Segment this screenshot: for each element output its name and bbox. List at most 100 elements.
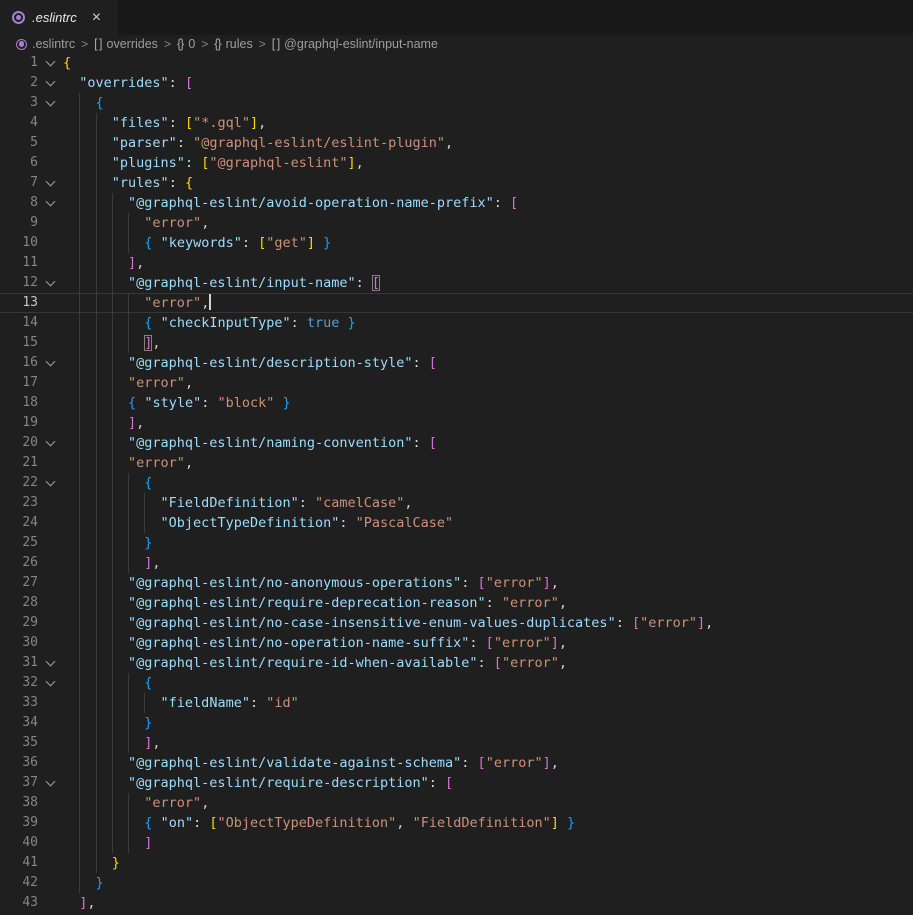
code-line[interactable]: 26 ], (0, 553, 913, 573)
code-line[interactable]: 36 "@graphql-eslint/validate-against-sch… (0, 753, 913, 773)
code-line[interactable]: 19 ], (0, 413, 913, 433)
code-line[interactable]: 10 { "keywords": ["get"] } (0, 233, 913, 253)
line-content[interactable]: ], (63, 893, 913, 913)
line-content[interactable]: { (63, 473, 913, 493)
fold-chevron-icon[interactable] (38, 93, 63, 113)
line-content[interactable]: "error", (63, 213, 913, 233)
code-line[interactable]: 43 ], (0, 893, 913, 913)
line-content[interactable]: "plugins": ["@graphql-eslint"], (63, 153, 913, 173)
code-line[interactable]: 6 "plugins": ["@graphql-eslint"], (0, 153, 913, 173)
line-content[interactable]: ], (63, 333, 913, 353)
line-content[interactable]: { (63, 673, 913, 693)
code-line[interactable]: 42 } (0, 873, 913, 893)
line-content[interactable]: "error", (63, 373, 913, 393)
line-content[interactable]: "files": ["*.gql"], (63, 113, 913, 133)
line-content[interactable]: ], (63, 733, 913, 753)
code-line[interactable]: 2 "overrides": [ (0, 73, 913, 93)
code-line[interactable]: 38 "error", (0, 793, 913, 813)
code-line[interactable]: 22 { (0, 473, 913, 493)
code-editor[interactable]: 1{2 "overrides": [3 {4 "files": ["*.gql"… (0, 53, 913, 915)
code-line[interactable]: 39 { "on": ["ObjectTypeDefinition", "Fie… (0, 813, 913, 833)
line-content[interactable]: "rules": { (63, 173, 913, 193)
code-line[interactable]: 31 "@graphql-eslint/require-id-when-avai… (0, 653, 913, 673)
code-line[interactable]: 37 "@graphql-eslint/require-description"… (0, 773, 913, 793)
line-content[interactable]: ], (63, 413, 913, 433)
tab-eslintrc[interactable]: .eslintrc × (0, 0, 118, 35)
breadcrumb-item[interactable]: .eslintrc (16, 37, 75, 51)
line-content[interactable]: "@graphql-eslint/no-case-insensitive-enu… (63, 613, 913, 633)
line-content[interactable]: ], (63, 253, 913, 273)
line-content[interactable]: "error", (63, 453, 913, 473)
line-content[interactable]: "@graphql-eslint/description-style": [ (63, 353, 913, 373)
line-content[interactable]: "@graphql-eslint/input-name": [ (63, 273, 913, 293)
code-line[interactable]: 27 "@graphql-eslint/no-anonymous-operati… (0, 573, 913, 593)
code-line[interactable]: 32 { (0, 673, 913, 693)
fold-chevron-icon[interactable] (38, 673, 63, 693)
code-line[interactable]: 14 { "checkInputType": true } (0, 313, 913, 333)
fold-chevron-icon[interactable] (38, 173, 63, 193)
breadcrumb-item[interactable]: {}0 (177, 37, 195, 51)
code-line[interactable]: 7 "rules": { (0, 173, 913, 193)
line-content[interactable]: ], (63, 553, 913, 573)
line-content[interactable]: "@graphql-eslint/no-operation-name-suffi… (63, 633, 913, 653)
line-content[interactable]: "@graphql-eslint/avoid-operation-name-pr… (63, 193, 913, 213)
line-content[interactable]: "ObjectTypeDefinition": "PascalCase" (63, 513, 913, 533)
line-content[interactable]: { (63, 53, 913, 73)
code-line[interactable]: 1{ (0, 53, 913, 73)
code-line[interactable]: 28 "@graphql-eslint/require-deprecation-… (0, 593, 913, 613)
code-line[interactable]: 35 ], (0, 733, 913, 753)
code-line[interactable]: 21 "error", (0, 453, 913, 473)
line-content[interactable]: "@graphql-eslint/naming-convention": [ (63, 433, 913, 453)
fold-chevron-icon[interactable] (38, 193, 63, 213)
line-content[interactable]: "error", (63, 793, 913, 813)
line-content[interactable]: } (63, 853, 913, 873)
code-line[interactable]: 11 ], (0, 253, 913, 273)
line-content[interactable]: "error", (63, 293, 913, 313)
code-line[interactable]: 29 "@graphql-eslint/no-case-insensitive-… (0, 613, 913, 633)
code-line[interactable]: 3 { (0, 93, 913, 113)
line-content[interactable]: "@graphql-eslint/require-id-when-availab… (63, 653, 913, 673)
code-line[interactable]: 18 { "style": "block" } (0, 393, 913, 413)
line-content[interactable]: "FieldDefinition": "camelCase", (63, 493, 913, 513)
fold-chevron-icon[interactable] (38, 653, 63, 673)
line-content[interactable]: "@graphql-eslint/no-anonymous-operations… (63, 573, 913, 593)
line-content[interactable]: "parser": "@graphql-eslint/eslint-plugin… (63, 133, 913, 153)
code-line[interactable]: 20 "@graphql-eslint/naming-convention": … (0, 433, 913, 453)
code-line[interactable]: 4 "files": ["*.gql"], (0, 113, 913, 133)
line-content[interactable]: "fieldName": "id" (63, 693, 913, 713)
fold-chevron-icon[interactable] (38, 273, 63, 293)
line-content[interactable]: { "keywords": ["get"] } (63, 233, 913, 253)
breadcrumb-item[interactable]: [ ]@graphql-eslint/input-name (272, 37, 438, 51)
fold-chevron-icon[interactable] (38, 773, 63, 793)
code-line[interactable]: 24 "ObjectTypeDefinition": "PascalCase" (0, 513, 913, 533)
fold-chevron-icon[interactable] (38, 353, 63, 373)
code-line[interactable]: 25 } (0, 533, 913, 553)
line-content[interactable]: "@graphql-eslint/validate-against-schema… (63, 753, 913, 773)
code-line[interactable]: 41 } (0, 853, 913, 873)
line-content[interactable]: "@graphql-eslint/require-description": [ (63, 773, 913, 793)
line-content[interactable]: { "on": ["ObjectTypeDefinition", "FieldD… (63, 813, 913, 833)
code-line[interactable]: 30 "@graphql-eslint/no-operation-name-su… (0, 633, 913, 653)
code-line[interactable]: 12 "@graphql-eslint/input-name": [ (0, 273, 913, 293)
code-line[interactable]: 8 "@graphql-eslint/avoid-operation-name-… (0, 193, 913, 213)
code-line[interactable]: 23 "FieldDefinition": "camelCase", (0, 493, 913, 513)
code-line[interactable]: 16 "@graphql-eslint/description-style": … (0, 353, 913, 373)
line-content[interactable]: "@graphql-eslint/require-deprecation-rea… (63, 593, 913, 613)
line-content[interactable]: { "style": "block" } (63, 393, 913, 413)
line-content[interactable]: } (63, 713, 913, 733)
code-line[interactable]: 9 "error", (0, 213, 913, 233)
line-content[interactable]: } (63, 873, 913, 893)
close-icon[interactable]: × (90, 10, 103, 26)
code-line[interactable]: 40 ] (0, 833, 913, 853)
line-content[interactable]: ] (63, 833, 913, 853)
line-content[interactable]: { "checkInputType": true } (63, 313, 913, 333)
breadcrumb-item[interactable]: [ ]overrides (94, 37, 158, 51)
code-line[interactable]: 13 "error", (0, 293, 913, 313)
breadcrumb-item[interactable]: {}rules (214, 37, 252, 51)
code-line[interactable]: 15 ], (0, 333, 913, 353)
fold-chevron-icon[interactable] (38, 53, 63, 73)
fold-chevron-icon[interactable] (38, 473, 63, 493)
fold-chevron-icon[interactable] (38, 73, 63, 93)
line-content[interactable]: { (63, 93, 913, 113)
fold-chevron-icon[interactable] (38, 433, 63, 453)
